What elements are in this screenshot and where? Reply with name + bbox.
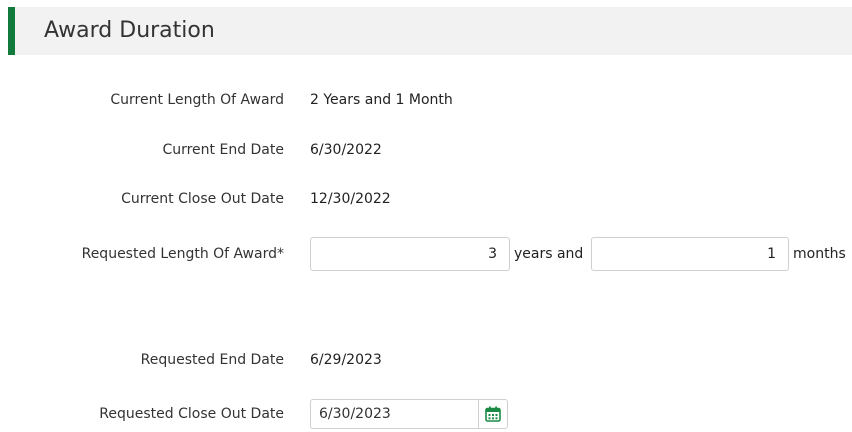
row-requested-close-out: Requested Close Out Date <box>0 396 852 432</box>
months-unit-text: months <box>793 246 846 262</box>
requested-months-input[interactable] <box>591 237 789 271</box>
requested-length-label: Requested Length Of Award* <box>81 246 284 262</box>
section-header: Award Duration <box>8 7 852 55</box>
date-picker-button[interactable] <box>478 399 508 429</box>
years-unit-text: years and <box>514 246 584 262</box>
calendar-icon <box>485 406 501 422</box>
row-current-close-out: Current Close Out Date 12/30/2022 <box>0 181 852 217</box>
current-length-label: Current Length Of Award <box>110 92 284 108</box>
requested-years-input[interactable] <box>310 237 510 271</box>
current-end-date-label: Current End Date <box>162 142 284 158</box>
current-close-out-label: Current Close Out Date <box>121 191 284 207</box>
requested-close-out-label: Requested Close Out Date <box>99 406 284 422</box>
requested-end-date-value: 6/29/2023 <box>310 352 382 368</box>
current-end-date-value: 6/30/2022 <box>310 142 382 158</box>
row-current-length: Current Length Of Award 2 Years and 1 Mo… <box>0 82 852 118</box>
row-requested-length: Requested Length Of Award* years and mon… <box>0 236 852 272</box>
section-accent-bar <box>8 7 15 55</box>
row-requested-end-date: Requested End Date 6/29/2023 <box>0 342 852 378</box>
section-title: Award Duration <box>44 18 215 43</box>
requested-close-out-input[interactable] <box>310 399 478 429</box>
row-current-end-date: Current End Date 6/30/2022 <box>0 132 852 168</box>
requested-end-date-label: Requested End Date <box>140 352 284 368</box>
current-length-value: 2 Years and 1 Month <box>310 92 453 108</box>
current-close-out-value: 12/30/2022 <box>310 191 391 207</box>
